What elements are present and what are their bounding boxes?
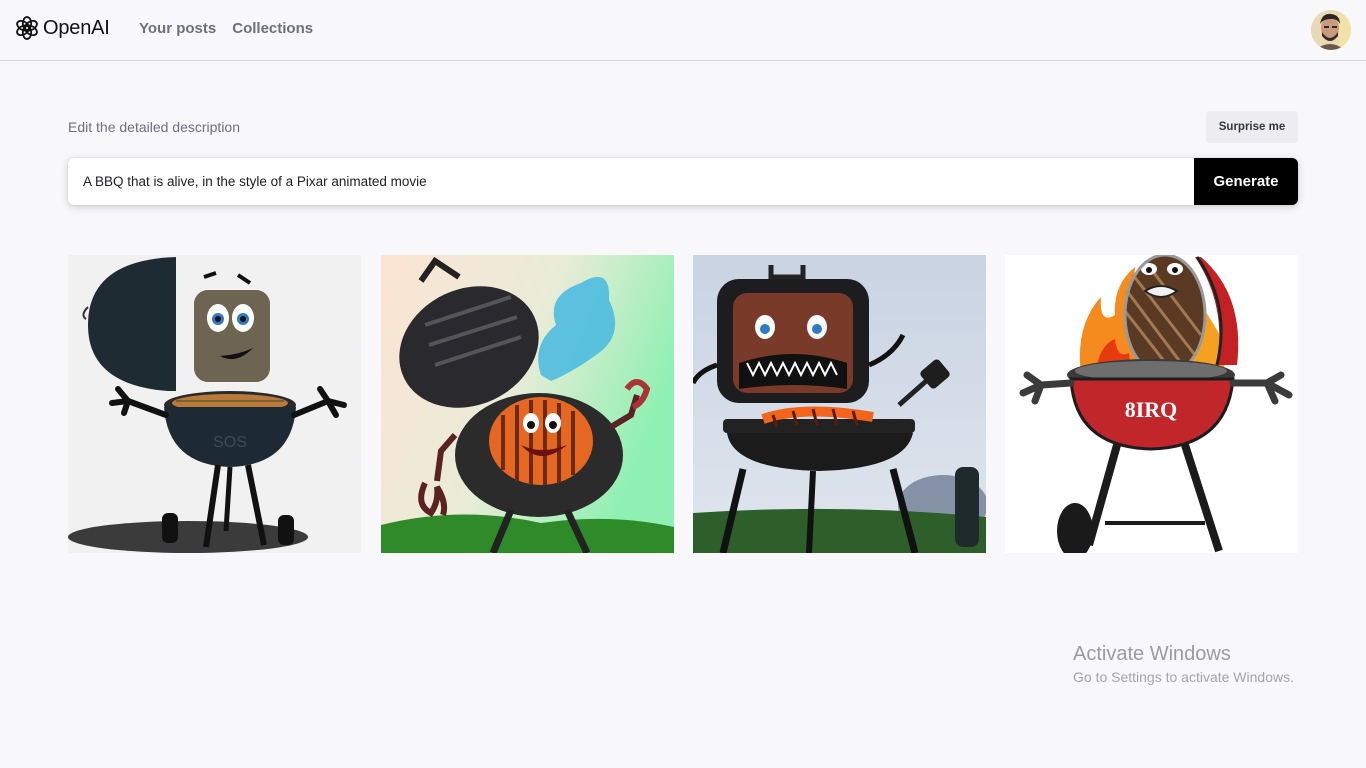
bbq-character-illustration-2 — [381, 255, 674, 553]
avatar-image — [1311, 10, 1351, 50]
openai-logo[interactable]: OpenAI — [14, 14, 110, 42]
top-bar: OpenAI Your posts Collections — [0, 0, 1366, 61]
prompt-bar: Generate — [68, 158, 1298, 205]
user-avatar[interactable] — [1311, 10, 1351, 50]
svg-text:8IRQ: 8IRQ — [1125, 397, 1178, 422]
svg-text:SOS: SOS — [213, 434, 247, 451]
openai-logo-icon — [16, 16, 38, 40]
activate-windows-subtitle: Go to Settings to activate Windows. — [1073, 669, 1294, 685]
surprise-me-button[interactable]: Surprise me — [1206, 111, 1298, 143]
activate-windows-title: Activate Windows — [1073, 643, 1231, 665]
main-nav: Your posts Collections — [139, 20, 313, 37]
results-grid: SOS 8IRQ — [68, 255, 1298, 553]
grill-image-2[interactable] — [381, 255, 674, 553]
brand-name: OpenAI — [43, 16, 110, 39]
bbq-character-illustration-1: SOS — [68, 255, 361, 553]
bbq-character-illustration-4: 8IRQ — [1005, 255, 1298, 553]
grill-image-1[interactable]: SOS — [68, 255, 361, 553]
nav-your-posts[interactable]: Your posts — [139, 20, 216, 37]
generate-button[interactable]: Generate — [1194, 158, 1298, 205]
grill-image-4[interactable]: 8IRQ — [1005, 255, 1298, 553]
nav-collections[interactable]: Collections — [232, 20, 313, 37]
grill-image-3[interactable] — [693, 255, 986, 553]
bbq-character-illustration-3 — [693, 255, 986, 553]
description-label: Edit the detailed description — [68, 119, 240, 135]
prompt-input[interactable] — [68, 158, 1194, 205]
